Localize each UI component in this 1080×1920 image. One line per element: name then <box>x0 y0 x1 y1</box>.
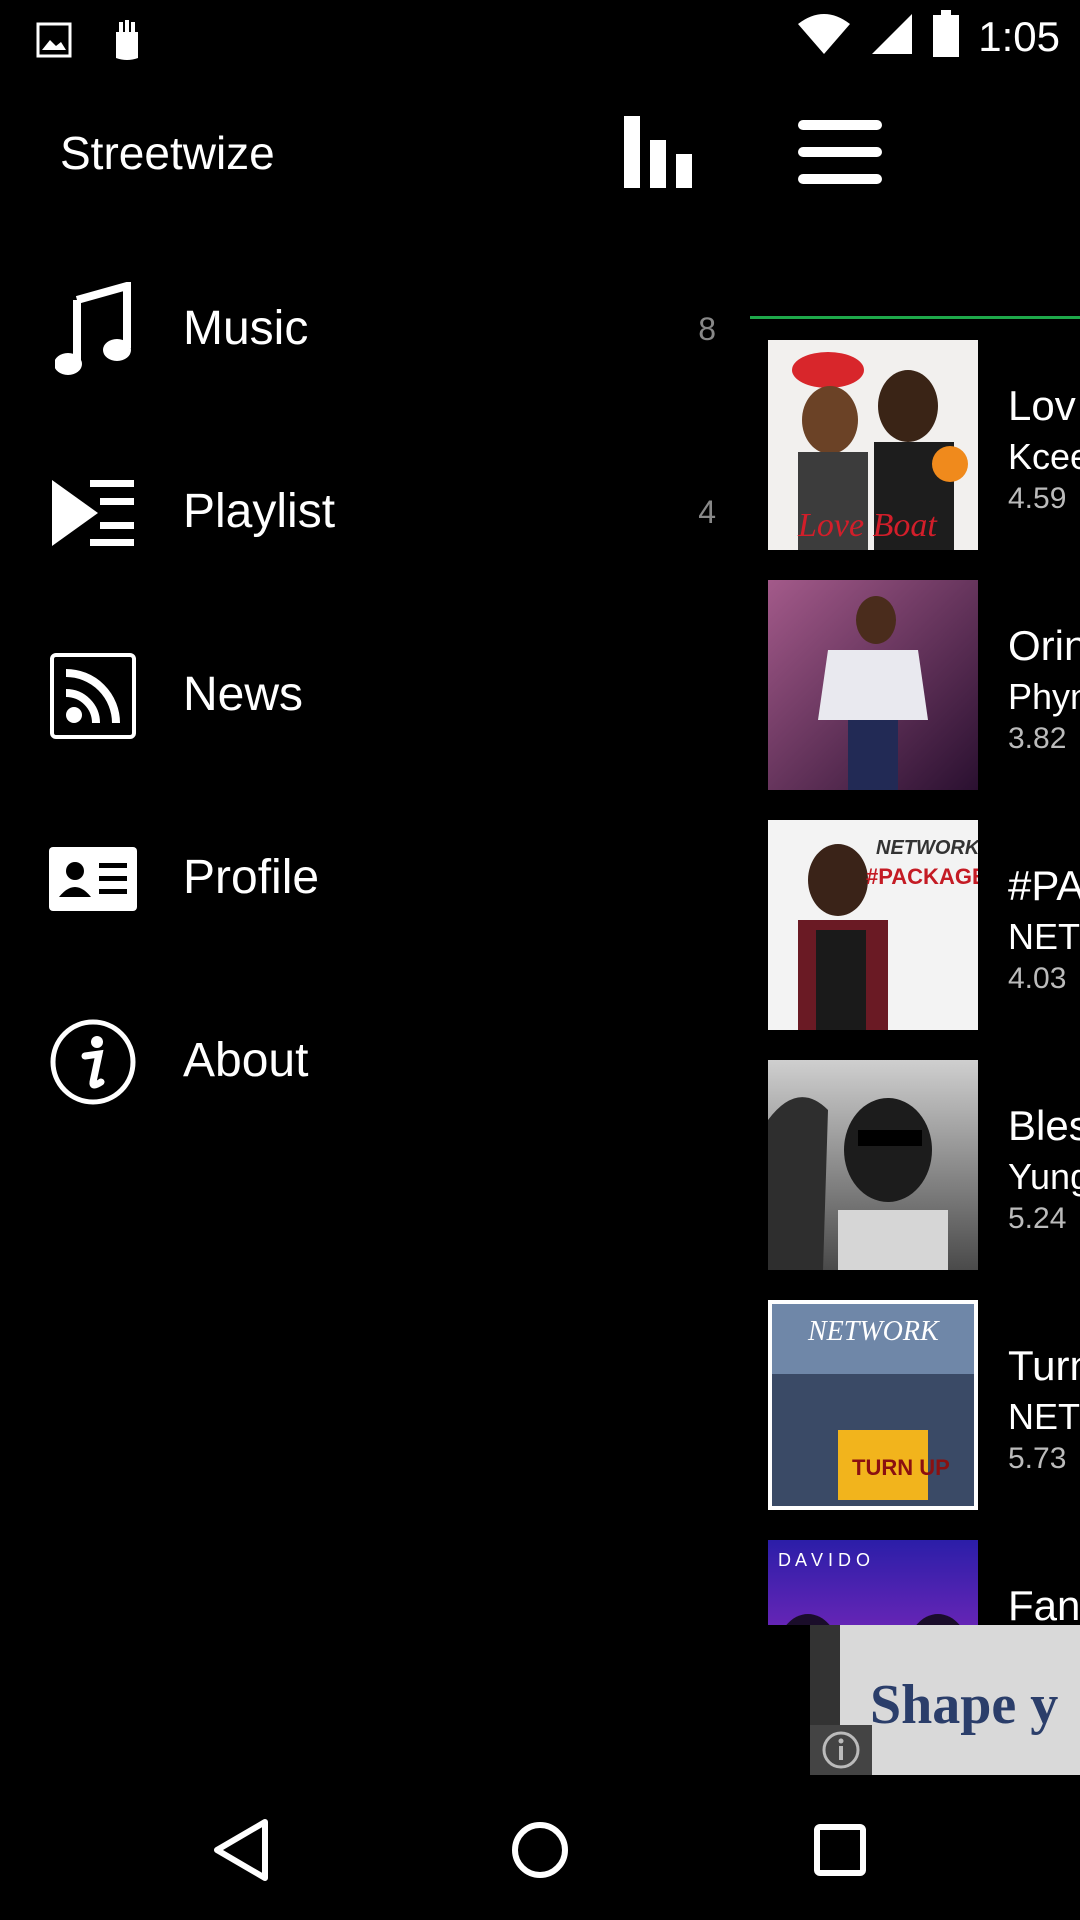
equalizer-icon[interactable] <box>622 114 698 195</box>
signal-icon <box>870 12 914 61</box>
ad-banner[interactable]: Shape y <box>810 1625 1080 1775</box>
song-row[interactable]: Bles Yung 5.24 <box>740 1060 1080 1270</box>
album-art <box>768 580 978 790</box>
status-time: 1:05 <box>978 12 1060 60</box>
song-title: Fan <box>1008 1582 1080 1625</box>
song-artist: Kcee <box>1008 436 1080 477</box>
nav-item-playlist[interactable]: Playlist 4 <box>0 428 740 578</box>
back-icon[interactable] <box>206 1815 276 1885</box>
battery-icon <box>932 10 960 63</box>
album-art-text: TURN UP <box>852 1455 950 1480</box>
song-row[interactable]: NETWORK #PACKAGE #PA NET 4.03 <box>740 820 1080 1030</box>
nav-item-about[interactable]: About <box>0 977 740 1127</box>
song-title: Lov <box>1008 382 1076 429</box>
song-title: #PA <box>1008 862 1080 909</box>
album-art: Love Boat <box>768 340 978 550</box>
album-art-text: D A V I D O <box>778 1550 870 1570</box>
song-artist: Yung <box>1008 1156 1080 1197</box>
drawer-header: Streetwize <box>0 90 1080 210</box>
music-note-icon <box>48 282 138 375</box>
album-art <box>768 1060 978 1270</box>
rss-icon <box>48 651 138 741</box>
song-row[interactable]: D A V I D O Fan <box>740 1540 1080 1625</box>
song-row[interactable]: Love Boat Lov Kcee 4.59 <box>740 340 1080 550</box>
ad-info-icon[interactable] <box>810 1725 872 1775</box>
song-title: Turn <box>1008 1342 1080 1389</box>
info-icon <box>48 1017 138 1107</box>
nav-label: Profile <box>183 851 320 904</box>
nav-count: 4 <box>698 494 716 530</box>
song-size: 5.73 <box>1008 1442 1067 1475</box>
song-row[interactable]: Orin Phyn 3.82 <box>740 580 1080 790</box>
app-notification-icon <box>112 18 142 67</box>
song-size: 4.59 <box>1008 482 1067 515</box>
nav-label: Music <box>183 302 309 355</box>
image-notification-icon <box>36 22 72 63</box>
nav-label: News <box>183 668 304 721</box>
song-artist: NET <box>1008 916 1080 957</box>
wifi-icon <box>796 12 852 61</box>
recents-icon[interactable] <box>805 1815 875 1885</box>
album-art-text: Love Boat <box>797 507 938 544</box>
album-art: NETWORK TURN UP <box>768 1300 978 1510</box>
song-list: Love Boat Lov Kcee 4.59 Orin Phyn 3.82 <box>740 240 1080 1625</box>
song-artist: Phyn <box>1008 676 1080 717</box>
album-art-text: #PACKAGE <box>866 864 978 889</box>
song-row[interactable]: NETWORK TURN UP Turn NET 5.73 <box>740 1300 1080 1510</box>
nav-count: 8 <box>698 311 716 347</box>
album-art: D A V I D O <box>768 1540 978 1625</box>
song-size: 5.24 <box>1008 1202 1067 1235</box>
home-icon[interactable] <box>505 1815 575 1885</box>
nav-label: About <box>183 1034 309 1087</box>
song-size: 4.03 <box>1008 962 1067 995</box>
song-title: Bles <box>1008 1102 1080 1149</box>
album-art-text: NETWORK <box>876 837 978 859</box>
id-card-icon <box>48 834 138 924</box>
ad-text: Shape y <box>870 1674 1059 1736</box>
song-size: 3.82 <box>1008 722 1067 755</box>
nav-item-music[interactable]: Music 8 <box>0 245 740 395</box>
nav-item-profile[interactable]: Profile <box>0 794 740 944</box>
song-title: Orin <box>1008 622 1080 669</box>
song-artist: NET <box>1008 1396 1080 1437</box>
tab-indicator <box>750 316 1080 319</box>
system-nav-bar <box>0 1775 1080 1920</box>
status-bar: 1:05 <box>0 0 1080 80</box>
nav-label: Playlist <box>183 485 336 538</box>
playlist-icon <box>48 468 138 558</box>
nav-item-news[interactable]: News <box>0 611 740 761</box>
hamburger-menu-icon[interactable] <box>796 114 884 195</box>
album-art: NETWORK #PACKAGE <box>768 820 978 1030</box>
album-art-text: NETWORK <box>807 1316 940 1347</box>
app-title: Streetwize <box>60 127 275 179</box>
